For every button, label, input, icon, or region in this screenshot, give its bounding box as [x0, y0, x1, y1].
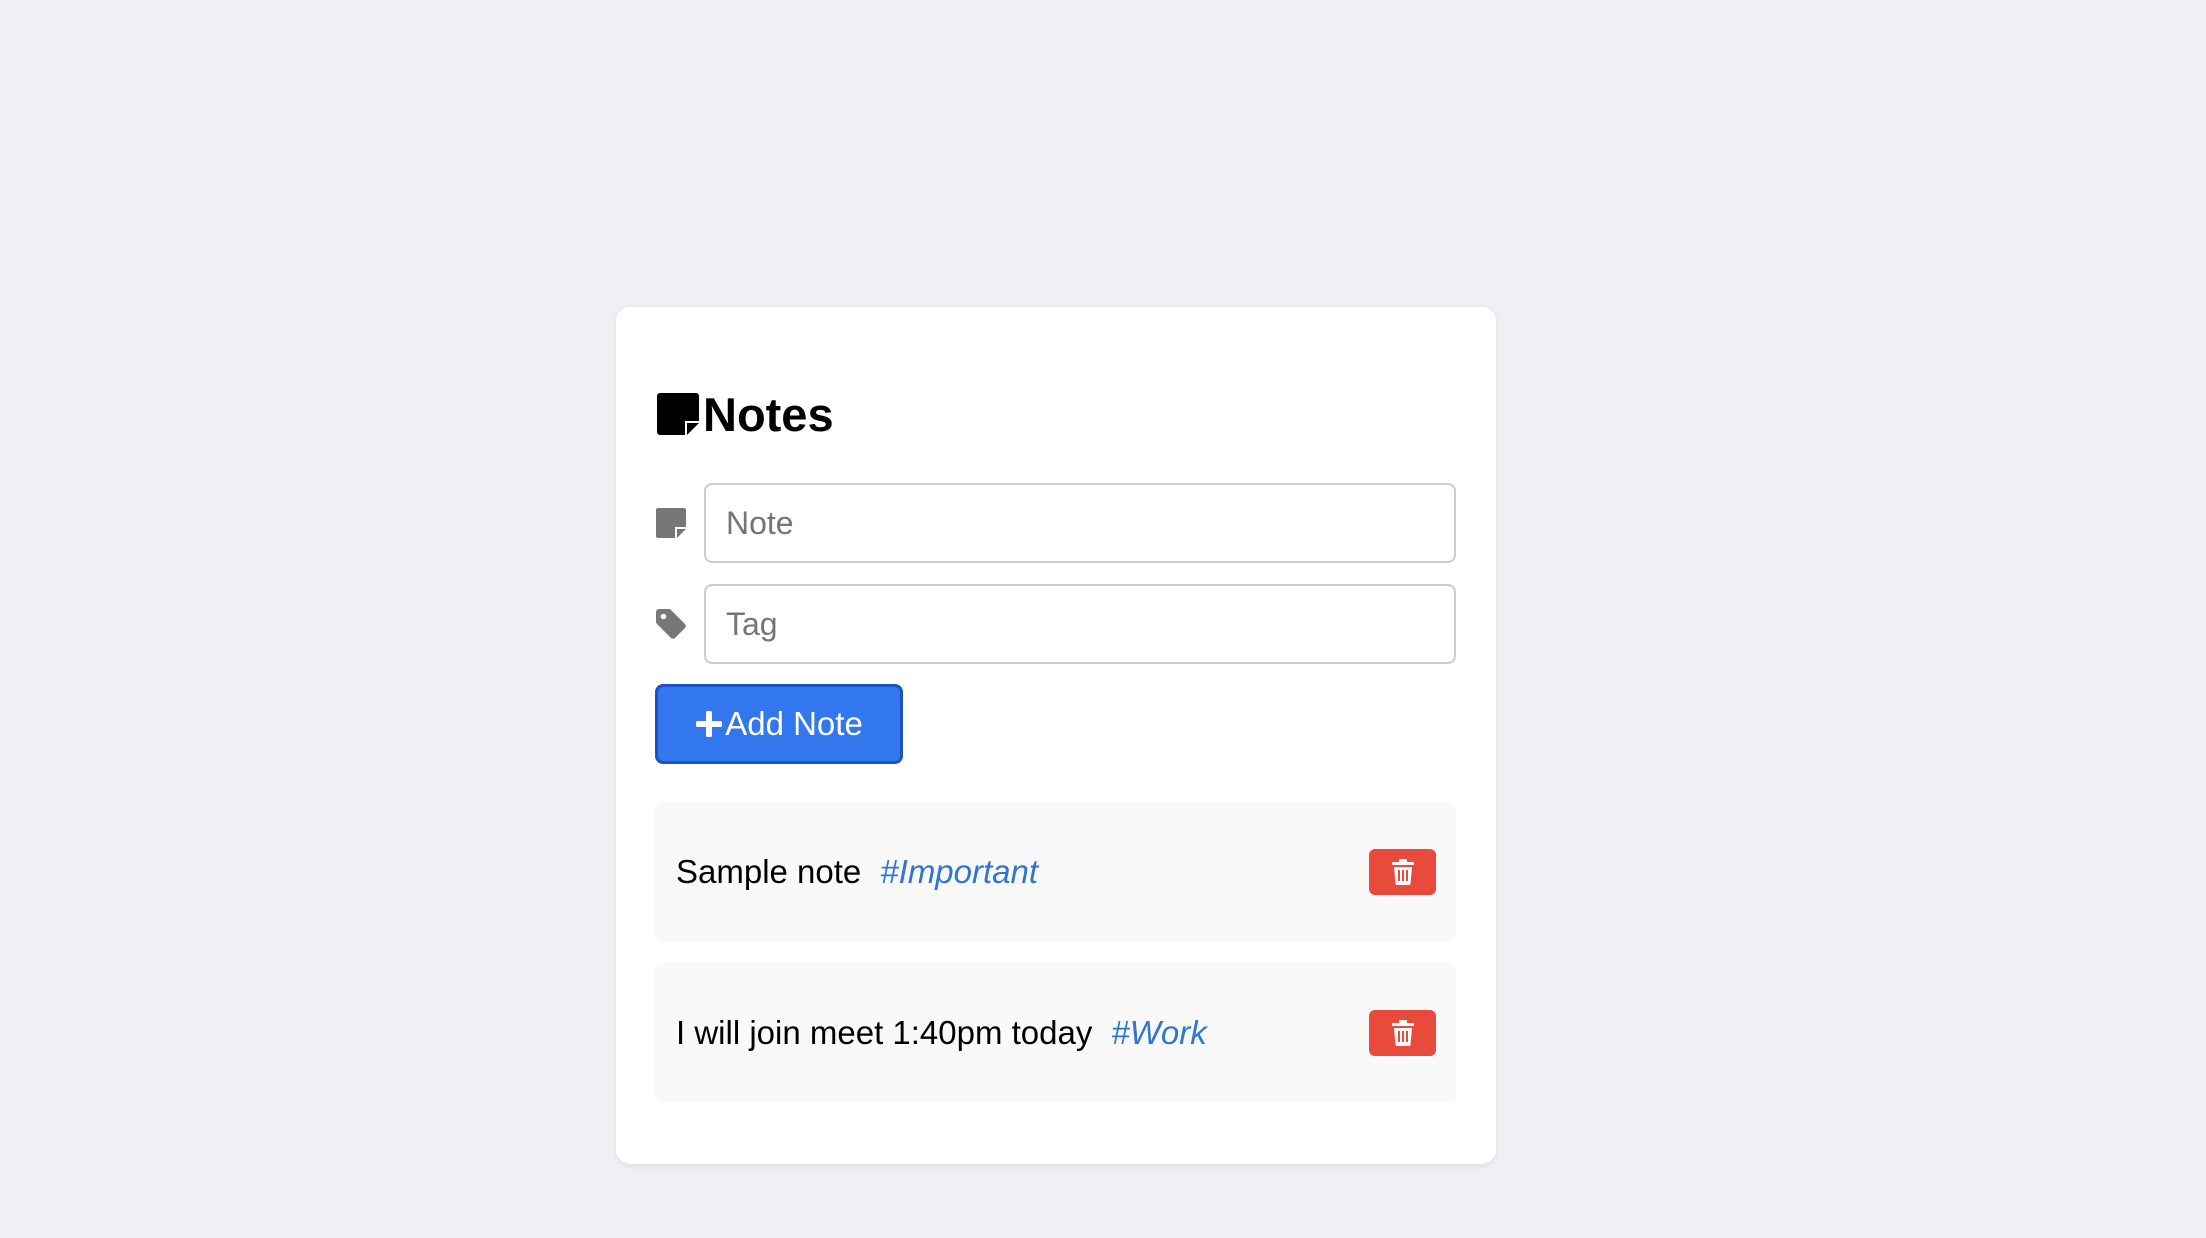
sticky-note-icon — [657, 393, 699, 435]
trash-icon — [1391, 859, 1414, 885]
list-item: Sample note #Important — [655, 802, 1456, 942]
tag-input[interactable] — [704, 584, 1456, 664]
notes-card: Notes Add Note Sample note #Impor — [616, 307, 1496, 1164]
tag-icon — [656, 609, 686, 639]
sticky-note-icon — [656, 508, 686, 538]
delete-note-button[interactable] — [1369, 849, 1436, 895]
note-text: I will join meet 1:40pm today — [676, 1014, 1093, 1051]
plus-icon — [696, 711, 723, 737]
note-tag: #Work — [1111, 1014, 1207, 1051]
note-field-row — [656, 483, 1456, 563]
note-tag: #Important — [880, 853, 1039, 890]
tag-field-row — [656, 584, 1456, 664]
list-item: I will join meet 1:40pm today #Work — [655, 963, 1456, 1103]
delete-note-button[interactable] — [1369, 1010, 1436, 1056]
add-note-label: Add Note — [725, 705, 863, 742]
add-note-button[interactable]: Add Note — [655, 684, 903, 764]
note-text: Sample note — [676, 853, 862, 890]
note-input[interactable] — [704, 483, 1456, 563]
page-title-text: Notes — [703, 387, 834, 441]
page-title: Notes — [657, 390, 834, 438]
trash-icon — [1391, 1020, 1414, 1046]
